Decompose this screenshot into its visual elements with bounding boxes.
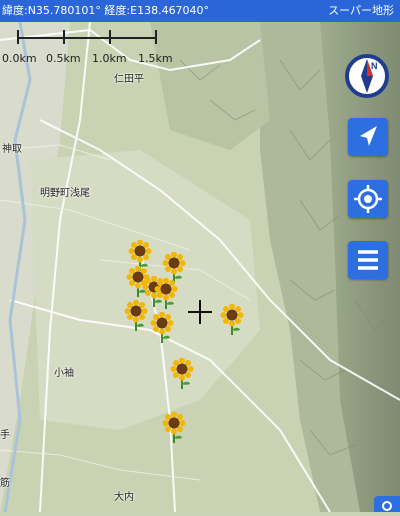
scale-label-1: 0.5km bbox=[46, 52, 81, 65]
place-label-suji: 筋 bbox=[0, 478, 10, 489]
corner-control-button[interactable] bbox=[374, 496, 400, 512]
place-label-nitadaira: 仁田平 bbox=[114, 74, 144, 85]
map-view[interactable]: 0.0km 0.5km 1.0km 1.5km 仁田平 神取 明野町浅尾 小袖 … bbox=[0, 0, 400, 512]
place-label-kosode: 小袖 bbox=[54, 368, 74, 379]
sunflower-icon bbox=[150, 311, 174, 343]
terrain-layer bbox=[0, 0, 400, 512]
compass-icon: N bbox=[345, 54, 389, 98]
compass-button[interactable]: N bbox=[344, 53, 390, 99]
location-arrow-button[interactable] bbox=[348, 118, 388, 156]
sunflower-icon bbox=[124, 299, 148, 331]
sunflower-marker[interactable] bbox=[154, 277, 178, 310]
sunflower-icon bbox=[170, 357, 194, 389]
gps-target-button[interactable] bbox=[348, 180, 388, 218]
scale-bar-line bbox=[17, 30, 157, 44]
scale-label-0: 0.0km bbox=[2, 52, 37, 65]
sunflower-marker[interactable] bbox=[162, 411, 186, 444]
location-arrow-icon bbox=[360, 126, 377, 146]
sunflower-marker[interactable] bbox=[124, 299, 148, 332]
scale-bar: 0.0km 0.5km 1.0km 1.5km bbox=[0, 22, 180, 74]
sunflower-icon bbox=[220, 303, 244, 335]
status-bar: 緯度:N35.780101° 経度:E138.467040° スーパー地形 bbox=[0, 0, 400, 22]
sunflower-marker[interactable] bbox=[170, 357, 194, 390]
info-icon bbox=[382, 501, 392, 511]
place-label-kandori: 神取 bbox=[2, 144, 22, 155]
place-label-te: 手 bbox=[0, 430, 10, 441]
compass-letter: N bbox=[371, 61, 378, 71]
sunflower-icon bbox=[162, 411, 186, 443]
scale-label-3: 1.5km bbox=[138, 52, 173, 65]
crosshair-icon bbox=[188, 300, 212, 324]
place-label-ouchi: 大内 bbox=[114, 492, 134, 503]
map-style-label[interactable]: スーパー地形 bbox=[328, 0, 394, 22]
sunflower-icon bbox=[154, 277, 178, 309]
scale-label-2: 1.0km bbox=[92, 52, 127, 65]
sunflower-marker[interactable] bbox=[150, 311, 174, 344]
place-label-akenocho-asao: 明野町浅尾 bbox=[40, 188, 90, 199]
coordinates-readout: 緯度:N35.780101° 経度:E138.467040° bbox=[2, 4, 210, 17]
menu-icon bbox=[358, 250, 378, 270]
gps-target-icon bbox=[354, 185, 382, 213]
sunflower-marker[interactable] bbox=[220, 303, 244, 336]
menu-button[interactable] bbox=[348, 241, 388, 279]
